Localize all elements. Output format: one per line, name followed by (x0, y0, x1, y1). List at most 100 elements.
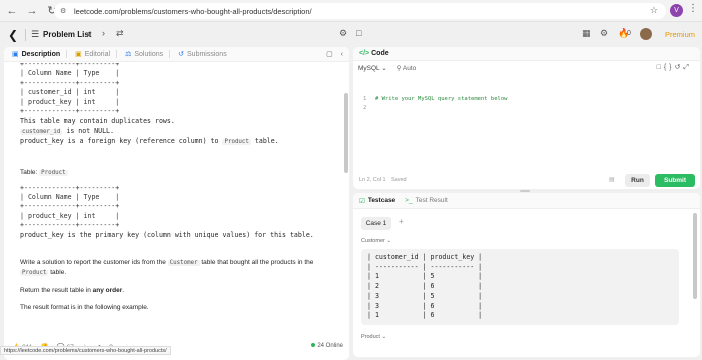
note-text: table. (250, 137, 279, 146)
shuffle-icon[interactable]: ⇄ (116, 28, 124, 39)
premium-link[interactable]: Premium (665, 30, 695, 39)
testcase-panel: ☑ Testcase >_ Test Result Case 1 + Custome… (353, 193, 700, 357)
customer-field-label: Customer ⌄ (361, 238, 391, 244)
customer-input[interactable]: | customer_id | product_key | | --------… (361, 249, 679, 325)
forward-icon[interactable]: → (24, 3, 40, 19)
line-number: 2 (363, 105, 367, 111)
format-icon[interactable]: {} (664, 64, 675, 71)
return-bold: any order (92, 287, 123, 295)
checkbox-icon: ☑ (359, 197, 365, 205)
return-statement: Return the result table in any order. (20, 286, 327, 295)
maximize-icon[interactable]: ▢ (326, 51, 333, 58)
add-case-icon[interactable]: + (399, 217, 404, 226)
tab-label: Solutions (134, 50, 164, 58)
product-field-label: Product ⌄ (361, 334, 386, 340)
problem-list-icon[interactable]: ☰ (31, 29, 39, 40)
note-icon[interactable]: ▤ (609, 176, 615, 183)
tab-editorial[interactable]: ▣ Editorial (75, 50, 111, 59)
testcase-tabs: ☑ Testcase >_ Test Result (353, 193, 700, 209)
product-note: product_key is the primary key (column w… (20, 230, 314, 239)
code-footer: Ln 2, Col 1 Saved ▤ Run Submit (353, 173, 700, 189)
task-text: table. (48, 269, 67, 277)
line-number: 1 (363, 96, 367, 102)
code-title-text: Code (371, 50, 389, 57)
tab-solutions[interactable]: ⚖ Solutions (125, 50, 164, 59)
description-tabs: ▣ Description ▣ Editorial ⚖ Solutions ↺ … (4, 47, 349, 62)
panel-resize-handle[interactable] (520, 190, 530, 192)
tab-label: Submissions (187, 50, 227, 58)
lock-icon: ⚲ (396, 65, 402, 72)
tab-test-result[interactable]: >_ Test Result (405, 197, 448, 204)
code-toolbar: MySQL ⌄ ⚲ Auto □{}↺⤢ (353, 61, 700, 75)
tab-testcase[interactable]: ☑ Testcase (359, 197, 395, 205)
task-text: Write a solution to report the customer … (20, 259, 168, 267)
language-label: MySQL (358, 65, 380, 72)
expand-icon[interactable]: ⤢ (683, 64, 692, 71)
back-icon[interactable]: ← (4, 3, 20, 19)
bookmark-icon[interactable]: □ (657, 64, 664, 71)
note-line: product_key is a foreign key (reference … (20, 137, 327, 147)
editor-tools: □{}↺⤢ (657, 63, 692, 72)
chevron-down-icon: ⌄ (381, 334, 387, 340)
auto-complete-toggle[interactable]: ⚲ Auto (397, 64, 417, 72)
divider (66, 50, 68, 58)
online-dot-icon (311, 343, 316, 347)
tab-description[interactable]: ▣ Description (12, 50, 61, 59)
task-statement: Write a solution to report the customer … (20, 258, 327, 278)
product-schema-table: +-------------+---------+ | Column Name … (20, 183, 120, 230)
testcase-scrollbar[interactable] (693, 213, 697, 299)
tab-label: Testcase (367, 197, 396, 204)
debug-icon[interactable]: ⚙ (339, 28, 347, 39)
description-scrollbar[interactable] (344, 93, 348, 173)
tab-label: Editorial (84, 50, 111, 58)
description-icon: ▣ (12, 51, 19, 58)
code-editor[interactable]: 1 # Write your MySQL query statement bel… (353, 75, 700, 167)
streak-count: 0 (627, 30, 631, 37)
settings-icon[interactable]: ⚙ (600, 28, 608, 39)
code-line[interactable]: # Write your MySQL query statement below (375, 96, 507, 102)
tab-label: Test Result (415, 197, 448, 204)
inline-code: Customer (167, 260, 200, 267)
case-1-tab[interactable]: Case 1 (361, 217, 391, 230)
notes-icon[interactable]: □ (356, 28, 361, 38)
language-select[interactable]: MySQL ⌄ (358, 64, 387, 72)
user-avatar[interactable] (640, 28, 652, 40)
problem-list-link[interactable]: Problem List (43, 30, 91, 39)
inline-code: customer_id (20, 128, 63, 135)
code-panel-header: </> Code (353, 47, 700, 61)
collapse-icon[interactable]: ‹ (341, 51, 343, 58)
profile-avatar[interactable]: V (670, 4, 683, 17)
code-panel: </> Code MySQL ⌄ ⚲ Auto □{}↺⤢ 1 # Write y… (353, 47, 700, 189)
leetcode-logo-icon[interactable]: ❮ (8, 28, 21, 42)
note-line: customer_id is not NULL. (20, 127, 327, 137)
field-label-text: Product (361, 334, 380, 340)
return-text: . (122, 287, 125, 295)
layout-icon[interactable]: ▦ (582, 28, 591, 39)
browser-menu-icon[interactable]: ⋮ (688, 3, 698, 14)
editorial-icon: ▣ (75, 51, 82, 58)
cursor-position: Ln 2, Col 1 (359, 177, 386, 183)
divider (169, 50, 171, 58)
address-text[interactable]: leetcode.com/problems/customers-who-boug… (74, 7, 312, 16)
note-text: is not NULL. (62, 126, 114, 135)
next-problem-icon[interactable]: › (102, 28, 105, 38)
return-text: Return the result table in (20, 287, 93, 295)
customer-input-table[interactable]: | customer_id | product_key | | --------… (367, 253, 673, 321)
tab-submissions[interactable]: ↺ Submissions (178, 50, 227, 59)
saved-status: Saved (391, 177, 407, 183)
customer-schema-table: +-------------+---------+ | Column Name … (20, 63, 120, 116)
panel-controls: ▢ ‹ (326, 50, 343, 58)
heading-text: Table: (20, 168, 40, 176)
chevron-down-icon: ⌄ (386, 238, 391, 244)
run-button[interactable]: Run (625, 174, 650, 187)
tab-label: Description (21, 50, 61, 58)
solutions-icon: ⚖ (125, 51, 132, 58)
site-info-icon[interactable]: ⚙ (60, 7, 70, 15)
prev-problem-icon[interactable]: ‹ (87, 28, 90, 38)
address-bar[interactable]: ⚙ leetcode.com/problems/customers-who-bo… (54, 3, 666, 19)
inline-code: Product (39, 169, 68, 176)
bookmark-star-icon[interactable]: ☆ (650, 5, 658, 16)
submit-button[interactable]: Submit (655, 174, 695, 187)
divider (116, 50, 118, 58)
browser-toolbar: ← → ↻ ⚙ leetcode.com/problems/customers-… (0, 0, 702, 22)
